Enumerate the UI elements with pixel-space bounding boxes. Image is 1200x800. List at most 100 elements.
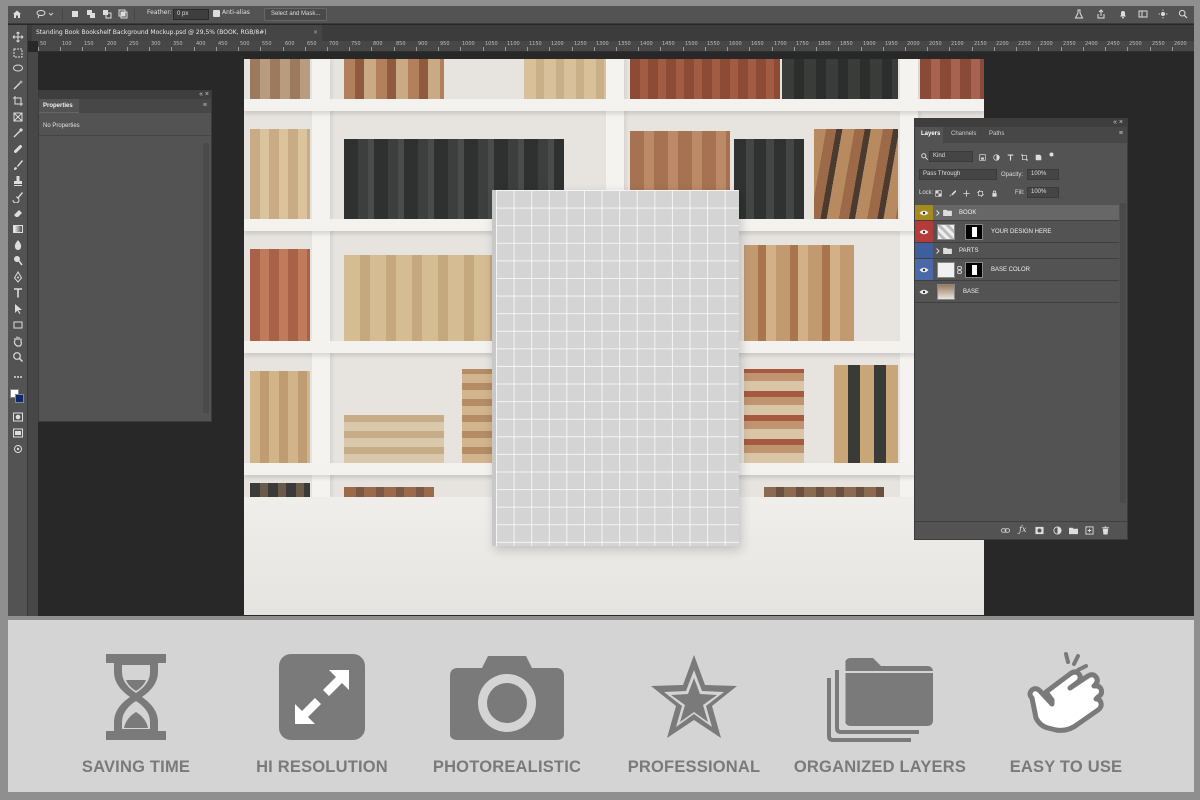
eye-icon[interactable] — [919, 229, 929, 235]
layer-name: YOUR DESIGN HERE — [991, 229, 1052, 235]
zoom-tool-icon[interactable] — [12, 351, 24, 363]
hand-tool-icon[interactable] — [12, 335, 24, 347]
panel-menu-icon[interactable]: ≡ — [1119, 130, 1123, 137]
layer-mask-thumbnail[interactable] — [965, 224, 983, 240]
link-icon[interactable] — [957, 266, 962, 274]
panel-collapse-close[interactable]: « × — [1113, 119, 1123, 126]
opacity-input[interactable]: 100% — [1027, 169, 1059, 180]
filter-kind-select[interactable]: Kind — [929, 151, 973, 162]
filter-toggle-icon[interactable] — [1049, 152, 1054, 157]
ruler-mark — [838, 47, 839, 51]
edit-toolbar-icon[interactable] — [12, 443, 24, 455]
close-tab-button[interactable]: × — [313, 29, 318, 36]
chevron-right-icon[interactable] — [936, 210, 940, 216]
lock-pixels-icon[interactable] — [949, 190, 956, 197]
quick-mask-icon[interactable] — [12, 411, 24, 423]
tab-paths[interactable]: Paths — [989, 131, 1004, 137]
new-group-icon[interactable] — [1069, 526, 1078, 535]
filter-adjustment-icon[interactable] — [993, 154, 1000, 161]
chevron-right-icon[interactable] — [936, 248, 940, 254]
rectangle-tool-icon[interactable] — [12, 319, 24, 331]
options-bar: Feather: 0 px Anti-alias Select and Mask… — [8, 6, 1194, 24]
pen-tool-icon[interactable] — [12, 271, 24, 283]
new-layer-icon[interactable] — [1085, 526, 1094, 535]
magic-wand-tool-icon[interactable] — [12, 79, 24, 91]
filter-smart-object-icon[interactable] — [1035, 154, 1042, 161]
intersect-selection-icon[interactable] — [118, 9, 128, 19]
tab-layers[interactable]: Layers — [921, 131, 940, 137]
background-color-swatch[interactable] — [15, 394, 24, 403]
lock-artboard-icon[interactable] — [977, 190, 984, 197]
tab-channels[interactable]: Channels — [951, 131, 976, 137]
feature-label: HI RESOLUTION — [256, 758, 388, 776]
sun-icon[interactable] — [1158, 9, 1168, 19]
lock-position-icon[interactable] — [963, 190, 970, 197]
blur-tool-icon[interactable] — [12, 239, 24, 251]
healing-brush-tool-icon[interactable] — [12, 143, 24, 155]
panel-menu-icon[interactable]: ≡ — [203, 102, 207, 109]
layer-row-your-design-here[interactable]: YOUR DESIGN HERE — [915, 221, 1119, 243]
trash-icon[interactable] — [1101, 526, 1110, 535]
lasso-tool-icon[interactable] — [12, 63, 24, 75]
feather-input[interactable]: 0 px — [173, 9, 209, 20]
document-tab-bar: Standing Book Bookshelf Background Mocku… — [28, 25, 1194, 41]
lasso-icon[interactable] — [36, 9, 46, 19]
new-selection-icon[interactable] — [70, 9, 80, 19]
screen-mode-icon[interactable] — [12, 427, 24, 439]
path-selection-tool-icon[interactable] — [12, 303, 24, 315]
eraser-tool-icon[interactable] — [12, 207, 24, 219]
layer-mask-thumbnail[interactable] — [965, 262, 983, 278]
layer-row-book[interactable]: BOOK — [915, 205, 1119, 221]
gradient-tool-icon[interactable] — [12, 223, 24, 235]
lock-all-icon[interactable] — [991, 190, 998, 197]
eyedropper-tool-icon[interactable] — [12, 127, 24, 139]
book-mockup[interactable] — [492, 190, 739, 546]
filter-type-icon[interactable] — [1007, 154, 1014, 161]
brush-tool-icon[interactable] — [12, 159, 24, 171]
scrollbar[interactable] — [203, 143, 209, 413]
layer-row-base-color[interactable]: BASE COLOR — [915, 259, 1119, 281]
subtract-selection-icon[interactable] — [102, 9, 112, 19]
type-tool-icon[interactable] — [12, 287, 24, 299]
fx-icon[interactable]: ƒx — [1019, 525, 1026, 534]
select-and-mask-button[interactable]: Select and Mask... — [264, 8, 328, 21]
blend-mode-select[interactable]: Pass Through — [919, 169, 997, 180]
ruler-tick: 1550 — [707, 41, 720, 47]
eye-icon[interactable] — [919, 289, 929, 295]
search-icon[interactable] — [1178, 9, 1188, 19]
add-mask-icon[interactable] — [1035, 526, 1044, 535]
add-selection-icon[interactable] — [86, 9, 96, 19]
panel-collapse-close[interactable]: « × — [199, 91, 209, 98]
dodge-tool-icon[interactable] — [12, 255, 24, 267]
link-layers-icon[interactable] — [1001, 526, 1010, 535]
frame-tool-icon[interactable] — [12, 111, 24, 123]
history-brush-tool-icon[interactable] — [12, 191, 24, 203]
clone-stamp-tool-icon[interactable] — [12, 175, 24, 187]
ruler-tick: 750 — [351, 41, 361, 47]
document-tab[interactable]: Standing Book Bookshelf Background Mocku… — [32, 25, 322, 41]
layer-row-parts[interactable]: PARTS — [915, 243, 1119, 259]
ruler-tick: 1700 — [774, 41, 787, 47]
layer-row-base[interactable]: BASE — [915, 281, 1119, 303]
chevron-down-icon[interactable] — [48, 9, 54, 19]
crop-tool-icon[interactable] — [12, 95, 24, 107]
marquee-tool-icon[interactable] — [12, 47, 24, 59]
more-tools-icon[interactable] — [12, 371, 24, 383]
lock-transparent-icon[interactable] — [935, 190, 942, 197]
filter-shape-icon[interactable] — [1021, 154, 1028, 161]
bell-icon[interactable] — [1118, 9, 1128, 19]
eye-icon[interactable] — [919, 267, 929, 273]
flask-icon[interactable] — [1074, 9, 1084, 19]
eye-icon[interactable] — [919, 210, 929, 216]
fill-input[interactable]: 100% — [1027, 187, 1059, 198]
share-icon[interactable] — [1096, 9, 1106, 19]
filter-pixel-icon[interactable] — [979, 154, 986, 161]
home-icon[interactable] — [12, 9, 22, 19]
document-canvas[interactable] — [244, 59, 984, 615]
tab-properties[interactable]: Properties — [39, 99, 79, 113]
move-tool-icon[interactable] — [12, 31, 24, 43]
workspace-icon[interactable] — [1138, 9, 1148, 19]
antialias-checkbox[interactable] — [213, 10, 220, 17]
adjustment-layer-icon[interactable] — [1053, 526, 1062, 535]
scrollbar[interactable] — [1120, 203, 1126, 503]
